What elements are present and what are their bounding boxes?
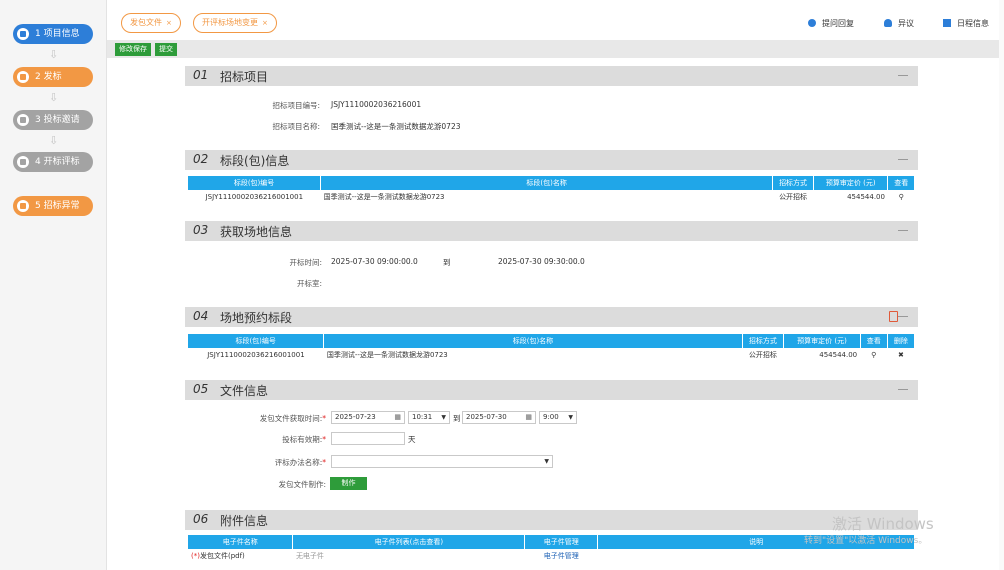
table-row: JSJY1110002036216001001 国季测试--这是一条测试数据龙游… bbox=[188, 348, 915, 362]
lot-table: 标段(包)编号 标段(包)名称 招标方式 预算审定价 (元) 查看 JSJY11… bbox=[188, 176, 915, 204]
calendar-icon bbox=[943, 19, 951, 27]
eval-method-label: 评标办法名称:* bbox=[274, 458, 326, 467]
chat-icon bbox=[808, 19, 816, 27]
doc-icon bbox=[17, 156, 29, 168]
user-icon bbox=[884, 19, 892, 27]
step-project-info[interactable]: 1 项目信息 bbox=[13, 24, 93, 44]
step-sidebar: 1 项目信息 ⇩ 2 发标 ⇩ 3 投标邀请 ⇩ 4 开标评标 5 招标异常 bbox=[0, 0, 107, 570]
date-start-input[interactable]: 2025-07-23 ▦ bbox=[331, 411, 405, 424]
date-end-input[interactable]: 2025-07-30 ▦ bbox=[462, 411, 536, 424]
to-text: 到 bbox=[443, 258, 451, 267]
collapse-icon[interactable] bbox=[898, 75, 908, 76]
tab-publish-file[interactable]: 发包文件 × bbox=[121, 13, 181, 33]
valid-days-input[interactable] bbox=[331, 432, 405, 445]
reserve-table: 标段(包)编号 标段(包)名称 招标方式 预算审定价 (元) 查看 删除 JSJ… bbox=[188, 334, 916, 362]
step-exception[interactable]: 5 招标异常 bbox=[13, 196, 93, 216]
table-row: (*)发包文件(pdf) 无电子件 电子件管理 bbox=[188, 549, 915, 563]
col-header: 预算审定价 (元) bbox=[813, 176, 889, 190]
step-invitation[interactable]: 3 投标邀请 bbox=[13, 110, 93, 130]
eval-method-select[interactable]: ▼ bbox=[331, 455, 553, 468]
table-row: JSJY1110002036216001001 国季测试--这是一条测试数据龙游… bbox=[188, 190, 915, 204]
objection-link[interactable]: 异议 bbox=[884, 18, 914, 29]
action-bar: 修改保存 提交 bbox=[107, 40, 1004, 58]
down-arrow-icon: ⇩ bbox=[49, 91, 59, 104]
make-file-button[interactable]: 制作 bbox=[330, 477, 367, 490]
collapse-icon[interactable] bbox=[898, 230, 908, 231]
section-reserve-header: 04 场地预约标段 bbox=[185, 307, 918, 327]
doc-icon bbox=[17, 114, 29, 126]
col-header: 标段(包)编号 bbox=[188, 334, 325, 348]
col-header: 预算审定价 (元) bbox=[783, 334, 861, 348]
valid-label: 投标有效期:* bbox=[282, 435, 326, 444]
collapse-icon[interactable] bbox=[898, 316, 908, 317]
search-icon[interactable]: ⚲ bbox=[888, 190, 915, 204]
chevron-down-icon: ▼ bbox=[441, 414, 446, 421]
section-venue-header: 03 获取场地信息 bbox=[185, 221, 918, 241]
save-button[interactable]: 修改保存 bbox=[115, 43, 151, 56]
col-header: 标段(包)名称 bbox=[320, 176, 774, 190]
schedule-link[interactable]: 日程信息 bbox=[943, 18, 989, 29]
chevron-down-icon: ▼ bbox=[568, 414, 573, 421]
chevron-down-icon: ▼ bbox=[544, 458, 549, 465]
calendar-icon: ▦ bbox=[525, 413, 532, 421]
close-icon[interactable]: × bbox=[262, 19, 268, 27]
top-bar: 发包文件 × 开评标场地变更 × 提问回复 异议 日程信息 bbox=[107, 0, 1004, 40]
tab-venue-change[interactable]: 开评标场地变更 × bbox=[193, 13, 277, 33]
col-header: 招标方式 bbox=[772, 176, 814, 190]
step-open-evaluate[interactable]: 4 开标评标 bbox=[13, 152, 93, 172]
time-end-select[interactable]: 9:00 ▼ bbox=[539, 411, 577, 424]
manage-link[interactable]: 电子件管理 bbox=[525, 549, 598, 563]
open-time-label: 开标时间: bbox=[289, 258, 322, 267]
close-icon[interactable]: × bbox=[166, 19, 172, 27]
section-attach-header: 06 附件信息 bbox=[185, 510, 918, 530]
step-publish[interactable]: 2 发标 bbox=[13, 67, 93, 87]
col-header: 电子件列表(点击查看) bbox=[292, 535, 526, 549]
submit-button[interactable]: 提交 bbox=[155, 43, 177, 56]
calendar-icon: ▦ bbox=[394, 413, 401, 421]
windows-watermark-sub: 转到"设置"以激活 Windows。 bbox=[804, 536, 928, 546]
collapse-icon[interactable] bbox=[898, 389, 908, 390]
doc-icon bbox=[17, 71, 29, 83]
qa-link[interactable]: 提问回复 bbox=[808, 18, 854, 29]
open-time-end: 2025-07-30 09:30:00.0 bbox=[498, 257, 585, 266]
section-lot-header: 02 标段(包)信息 bbox=[185, 150, 918, 170]
doc-icon bbox=[17, 200, 29, 212]
to-text: 到 bbox=[453, 414, 461, 423]
down-arrow-icon: ⇩ bbox=[49, 134, 59, 147]
search-icon[interactable]: ⚲ bbox=[860, 348, 887, 362]
col-header: 查看 bbox=[887, 176, 915, 190]
section-file-header: 05 文件信息 bbox=[185, 380, 918, 400]
days-unit: 天 bbox=[408, 435, 416, 444]
windows-watermark: 激活 Windows bbox=[832, 515, 934, 533]
collapse-icon[interactable] bbox=[898, 159, 908, 160]
project-name-label: 招标项目名称: bbox=[272, 122, 320, 131]
file-add-icon[interactable] bbox=[889, 311, 898, 322]
make-file-label: 发包文件制作: bbox=[278, 480, 326, 489]
room-label: 开标室: bbox=[296, 279, 322, 288]
project-code-label: 招标项目编号: bbox=[272, 101, 320, 110]
col-header: 删除 bbox=[887, 334, 916, 348]
down-arrow-icon: ⇩ bbox=[49, 48, 59, 61]
doc-icon bbox=[17, 28, 29, 40]
col-header: 招标方式 bbox=[742, 334, 785, 348]
col-header: 电子件管理 bbox=[524, 535, 599, 549]
time-start-select[interactable]: 10:31 ▼ bbox=[408, 411, 450, 424]
project-name: 国季测试--这是一条测试数据龙游0723 bbox=[331, 122, 461, 131]
scrollbar[interactable] bbox=[999, 0, 1004, 570]
col-header: 电子件名称 bbox=[188, 535, 294, 549]
col-header: 查看 bbox=[860, 334, 888, 348]
get-time-label: 发包文件获取时间:* bbox=[259, 414, 326, 423]
project-code: JSJY1110002036216001 bbox=[331, 100, 422, 109]
open-time-start: 2025-07-30 09:00:00.0 bbox=[331, 257, 418, 266]
delete-icon[interactable]: ✖ bbox=[887, 348, 914, 362]
col-header: 标段(包)名称 bbox=[323, 334, 743, 348]
col-header: 标段(包)编号 bbox=[188, 176, 322, 190]
section-project-header: 01 招标项目 bbox=[185, 66, 918, 86]
